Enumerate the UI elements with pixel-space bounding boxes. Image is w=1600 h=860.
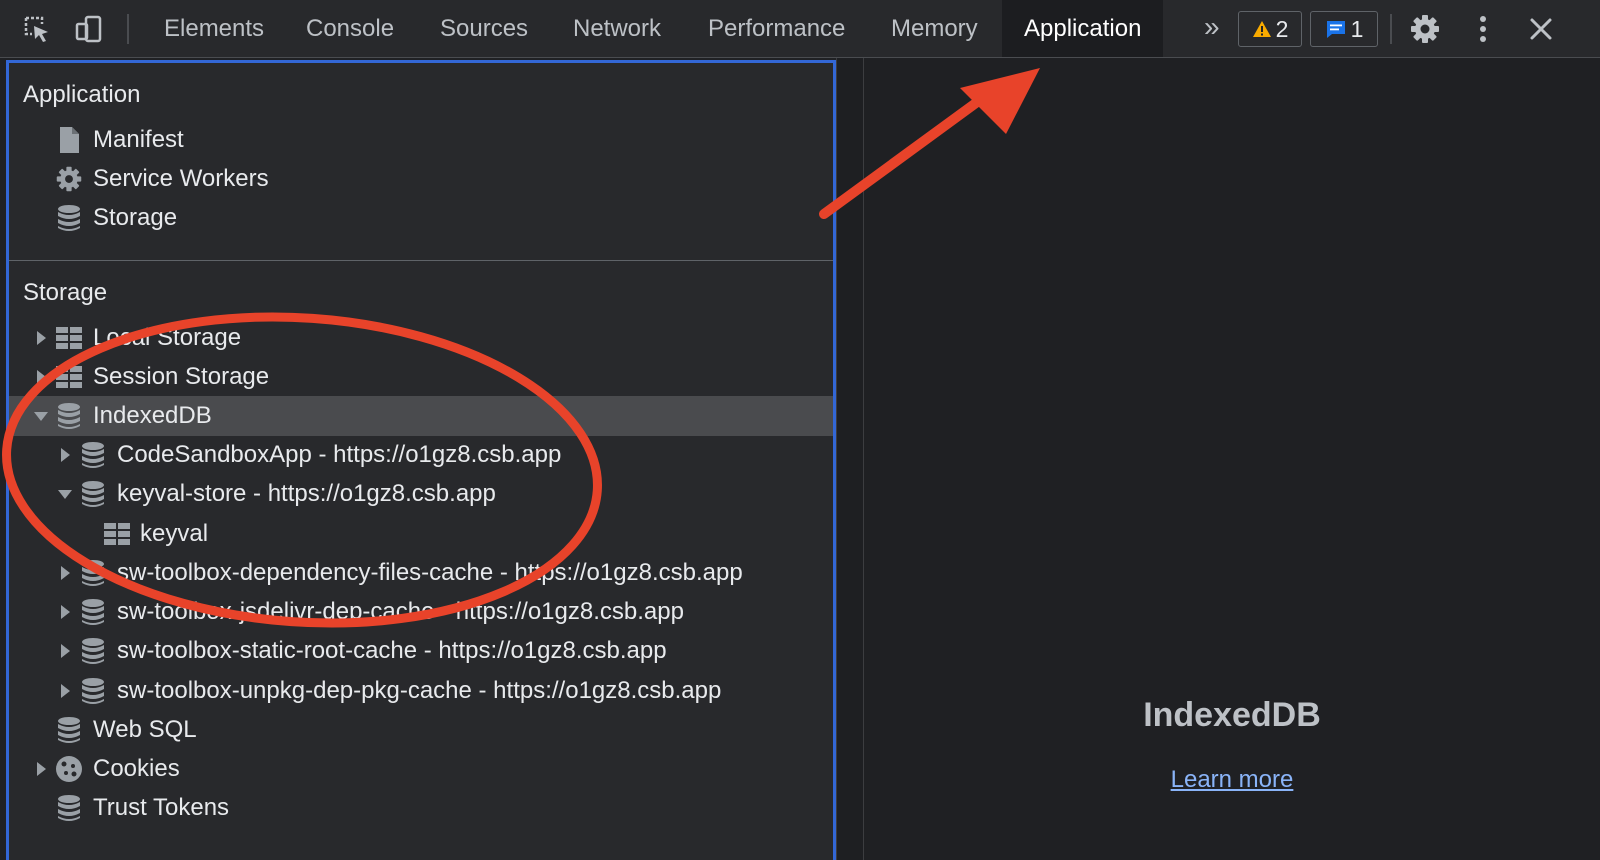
device-toolbar-button[interactable] bbox=[72, 12, 106, 46]
inspect-element-button[interactable] bbox=[20, 12, 54, 46]
gear-icon bbox=[55, 165, 83, 193]
indexeddb-landing-panel: IndexedDB Learn more bbox=[864, 58, 1600, 860]
sidebar-item-database-keyval-store[interactable]: keyval-store - https://o1gz8.csb.app bbox=[9, 474, 833, 514]
tab-memory[interactable]: Memory bbox=[891, 0, 978, 57]
messages-count: 1 bbox=[1350, 15, 1364, 42]
more-vertical-icon bbox=[1480, 16, 1486, 42]
sidebar-item-label: sw-toolbox-jsdelivr-dep-cache - https://… bbox=[117, 598, 684, 625]
message-icon bbox=[1326, 21, 1345, 38]
table-icon bbox=[55, 363, 83, 391]
sidebar-item-database-unpkg-dep-pkg-cache[interactable]: sw-toolbox-unpkg-dep-pkg-cache - https:/… bbox=[9, 671, 833, 711]
expand-arrow-icon[interactable] bbox=[55, 671, 75, 711]
close-icon bbox=[1530, 18, 1552, 40]
sidebar-item-label: sw-toolbox-dependency-files-cache - http… bbox=[117, 559, 743, 586]
database-icon bbox=[79, 677, 107, 705]
sidebar-item-web-sql[interactable]: Web SQL bbox=[9, 710, 833, 750]
warnings-count: 2 bbox=[1275, 15, 1289, 42]
sidebar-item-local-storage[interactable]: Local Storage bbox=[9, 318, 833, 358]
messages-badge[interactable]: 1 bbox=[1310, 11, 1378, 47]
warnings-badge[interactable]: 2 bbox=[1238, 11, 1302, 47]
gear-icon bbox=[1411, 15, 1439, 43]
collapse-arrow-icon[interactable] bbox=[31, 396, 51, 436]
sidebar-item-label: keyval-store - https://o1gz8.csb.app bbox=[117, 480, 496, 507]
table-icon bbox=[55, 324, 83, 352]
sidebar-item-trust-tokens[interactable]: Trust Tokens bbox=[9, 788, 833, 828]
expand-arrow-icon[interactable] bbox=[55, 553, 75, 593]
sidebar-item-database-codesandboxapp[interactable]: CodeSandboxApp - https://o1gz8.csb.app bbox=[9, 435, 833, 475]
inspect-cursor-icon bbox=[24, 16, 48, 42]
database-icon bbox=[55, 204, 83, 232]
sidebar-item-database-static-root-cache[interactable]: sw-toolbox-static-root-cache - https://o… bbox=[9, 631, 833, 671]
sidebar-item-label: Trust Tokens bbox=[93, 794, 230, 821]
close-devtools-button[interactable] bbox=[1524, 12, 1558, 46]
toolbar-divider bbox=[127, 14, 129, 44]
tab-application[interactable]: Application bbox=[1002, 0, 1164, 57]
sidebar-item-label: Manifest bbox=[93, 126, 184, 153]
database-icon bbox=[79, 559, 107, 587]
sidebar-resize-splitter[interactable] bbox=[836, 58, 864, 860]
sidebar-item-label: IndexedDB bbox=[93, 402, 212, 429]
sidebar-item-label: CodeSandboxApp - https://o1gz8.csb.app bbox=[117, 441, 562, 468]
expand-arrow-icon[interactable] bbox=[31, 749, 51, 789]
panel-title: IndexedDB bbox=[1143, 696, 1321, 734]
expand-arrow-icon[interactable] bbox=[55, 435, 75, 475]
tab-console[interactable]: Console bbox=[306, 0, 394, 57]
database-icon bbox=[55, 794, 83, 822]
database-icon bbox=[79, 637, 107, 665]
section-divider bbox=[9, 260, 833, 261]
sidebar-item-cookies[interactable]: Cookies bbox=[9, 749, 833, 789]
database-icon bbox=[79, 598, 107, 626]
sidebar-item-label: Storage bbox=[93, 204, 178, 231]
sidebar-item-label: Local Storage bbox=[93, 324, 242, 351]
database-icon bbox=[55, 716, 83, 744]
tab-sources[interactable]: Sources bbox=[440, 0, 528, 57]
sidebar-item-indexeddb[interactable]: IndexedDB bbox=[9, 396, 833, 436]
sidebar-item-label: sw-toolbox-static-root-cache - https://o… bbox=[117, 637, 667, 664]
database-icon bbox=[79, 441, 107, 469]
application-sidebar: Application Manifest Service Workers Sto… bbox=[6, 60, 836, 860]
sidebar-item-database-dependency-files-cache[interactable]: sw-toolbox-dependency-files-cache - http… bbox=[9, 553, 833, 593]
section-title-storage: Storage bbox=[23, 279, 108, 306]
sidebar-item-label: Web SQL bbox=[93, 716, 197, 743]
sidebar-item-storage[interactable]: Storage bbox=[9, 198, 833, 238]
sidebar-item-label: Session Storage bbox=[93, 363, 270, 390]
sidebar-item-label: Cookies bbox=[93, 755, 180, 782]
toolbar-divider bbox=[1390, 14, 1392, 44]
file-icon bbox=[55, 126, 83, 154]
cookie-icon bbox=[55, 755, 83, 783]
more-tabs-chevron-icon[interactable]: » bbox=[1204, 0, 1220, 57]
sidebar-item-label: Service Workers bbox=[93, 165, 269, 192]
learn-more-link[interactable]: Learn more bbox=[864, 766, 1600, 794]
expand-arrow-icon[interactable] bbox=[31, 318, 51, 358]
sidebar-item-service-workers[interactable]: Service Workers bbox=[9, 159, 833, 199]
expand-arrow-icon[interactable] bbox=[55, 592, 75, 632]
sidebar-item-database-jsdelivr-dep-cache[interactable]: sw-toolbox-jsdelivr-dep-cache - https://… bbox=[9, 592, 833, 632]
expand-arrow-icon[interactable] bbox=[31, 357, 51, 397]
sidebar-item-manifest[interactable]: Manifest bbox=[9, 120, 833, 160]
devtools-toolbar: Elements Console Sources Network Perform… bbox=[0, 0, 1600, 58]
settings-button[interactable] bbox=[1408, 12, 1442, 46]
tab-network[interactable]: Network bbox=[573, 0, 661, 57]
tab-elements[interactable]: Elements bbox=[164, 0, 264, 57]
warning-icon bbox=[1252, 21, 1271, 37]
sidebar-item-object-store-keyval[interactable]: keyval bbox=[9, 514, 833, 554]
device-mode-icon bbox=[75, 15, 102, 43]
customize-menu-button[interactable] bbox=[1466, 12, 1500, 46]
sidebar-item-label: sw-toolbox-unpkg-dep-pkg-cache - https:/… bbox=[117, 677, 722, 704]
tab-performance[interactable]: Performance bbox=[708, 0, 845, 57]
sidebar-item-session-storage[interactable]: Session Storage bbox=[9, 357, 833, 397]
expand-arrow-icon[interactable] bbox=[55, 631, 75, 671]
collapse-arrow-icon[interactable] bbox=[55, 474, 75, 514]
database-icon bbox=[79, 480, 107, 508]
database-icon bbox=[55, 402, 83, 430]
table-icon bbox=[103, 520, 131, 548]
sidebar-item-label: keyval bbox=[140, 520, 209, 547]
section-title-application: Application bbox=[23, 81, 141, 108]
